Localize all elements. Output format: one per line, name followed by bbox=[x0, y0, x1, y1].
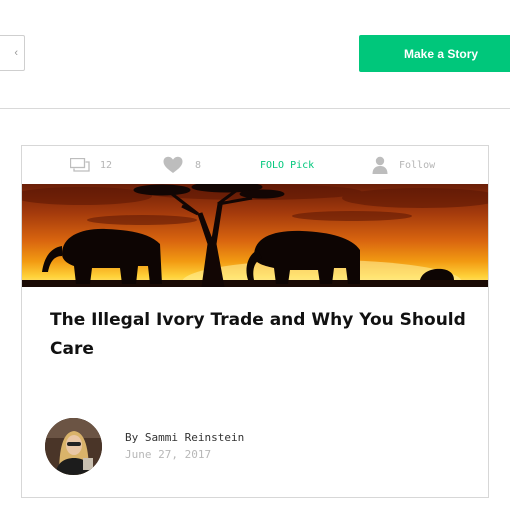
folo-pick-label: FOLO Pick bbox=[260, 159, 315, 171]
publish-date: June 27, 2017 bbox=[125, 448, 212, 461]
likes-stat[interactable]: 8 bbox=[163, 146, 201, 184]
back-button-label: ‹ bbox=[14, 47, 18, 59]
comments-stat[interactable]: 12 bbox=[70, 146, 112, 184]
heart-icon bbox=[163, 156, 183, 174]
author-name[interactable]: By Sammi Reinstein bbox=[125, 431, 244, 444]
comments-icon bbox=[70, 158, 92, 172]
story-hero-image[interactable] bbox=[22, 184, 488, 287]
header-divider bbox=[0, 108, 510, 109]
likes-count: 8 bbox=[195, 159, 202, 171]
story-title[interactable]: The Illegal Ivory Trade and Why You Shou… bbox=[50, 306, 470, 364]
story-stats-bar: 12 8 FOLO Pick Follow bbox=[22, 146, 488, 184]
comments-count: 12 bbox=[100, 159, 113, 171]
author-avatar[interactable] bbox=[45, 418, 102, 475]
story-card[interactable]: 12 8 FOLO Pick Follow The Illegal Ivory … bbox=[21, 145, 489, 498]
follow-label: Follow bbox=[399, 159, 436, 171]
back-button[interactable]: ‹ bbox=[0, 35, 25, 71]
folo-pick-badge: FOLO Pick bbox=[260, 146, 314, 184]
user-icon bbox=[372, 156, 388, 174]
follow-button[interactable]: Follow bbox=[372, 146, 435, 184]
make-a-story-button[interactable]: Make a Story bbox=[359, 35, 510, 72]
